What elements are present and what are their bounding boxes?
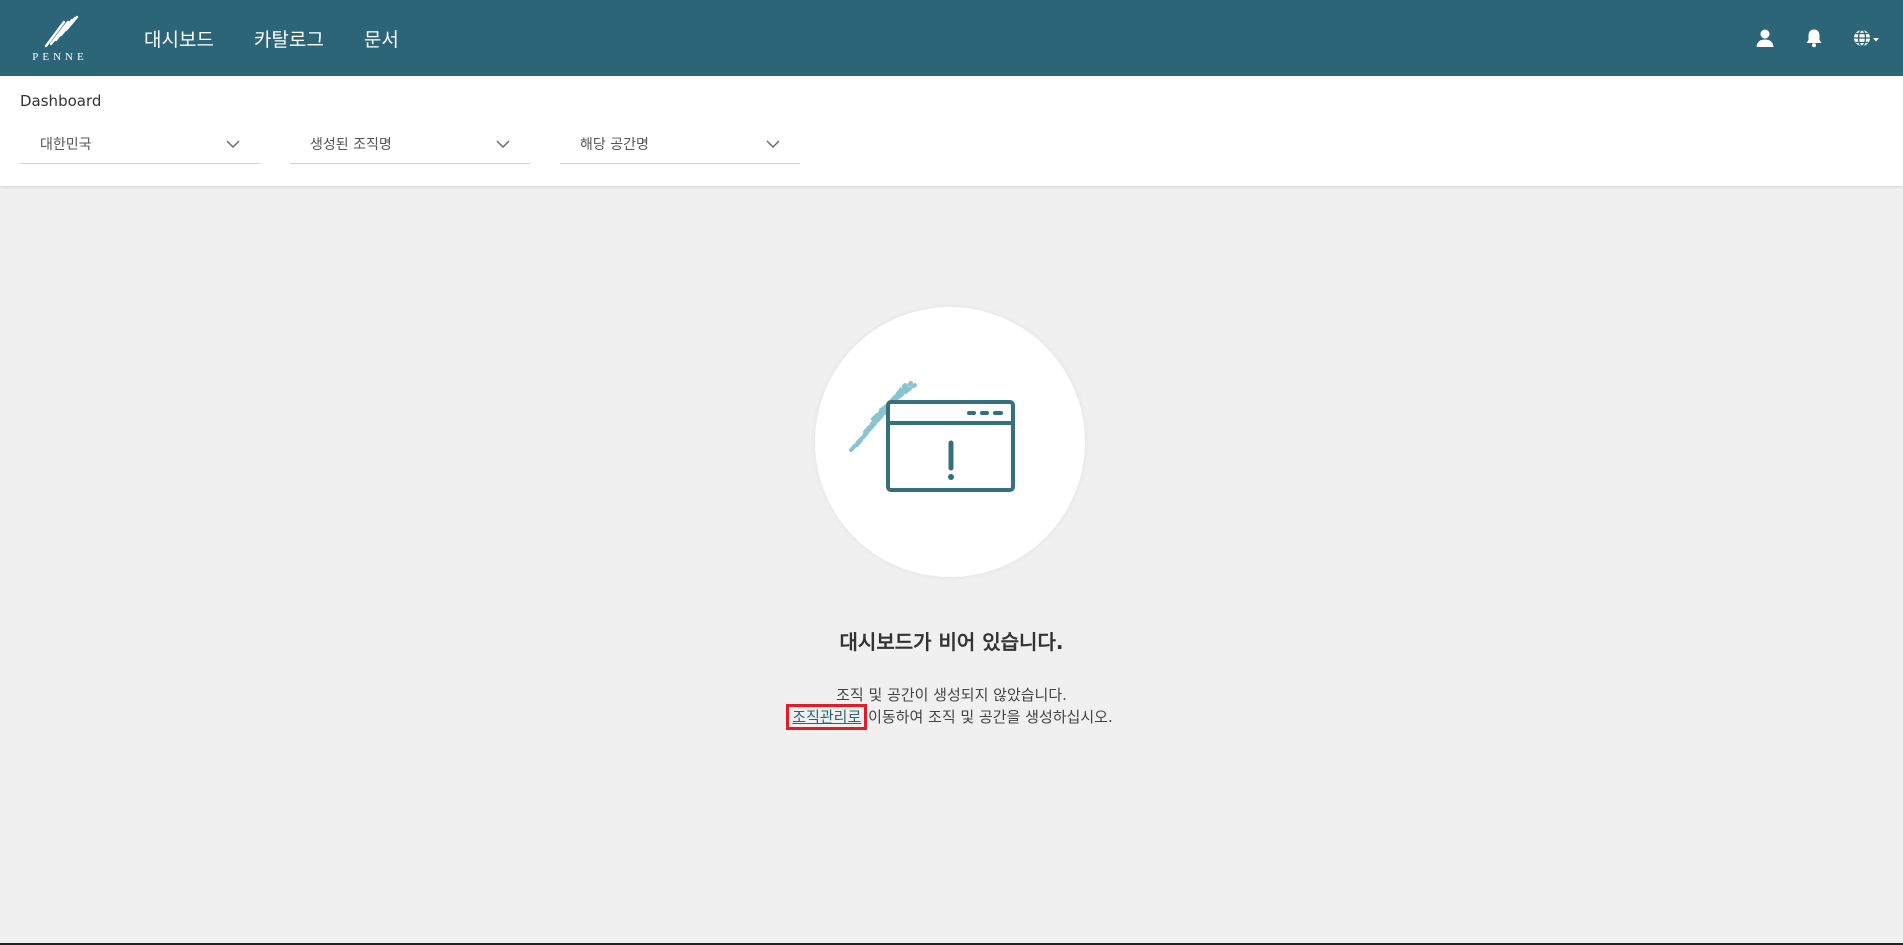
organization-management-link[interactable]: 조직관리로: [786, 704, 868, 730]
brand-logo[interactable]: PENNE: [0, 0, 120, 76]
empty-state-line-1: 조직 및 공간이 생성되지 않았습니다.: [836, 686, 1067, 704]
nav-item-docs[interactable]: 문서: [364, 25, 399, 52]
dashboard-header: Dashboard 대한민국 생성된 조직명 해당 공간명: [0, 76, 1903, 186]
empty-state-line-2: 조직관리로 이동하여 조직 및 공간을 생성하십시오.: [0, 704, 1903, 730]
page-title: Dashboard: [20, 92, 102, 110]
empty-window-alert-icon: [849, 381, 1015, 492]
organization-select[interactable]: 생성된 조직명: [290, 124, 530, 164]
brand-name: PENNE: [32, 50, 88, 63]
empty-state-illustration: [815, 307, 1085, 577]
empty-state-line-2-text: 이동하여 조직 및 공간을 생성하십시오.: [863, 708, 1113, 726]
space-select-value: 해당 공간명: [580, 136, 649, 153]
penne-logo-icon: [44, 15, 79, 47]
top-icon-group: [1725, 0, 1881, 76]
chevron-down-icon: [496, 140, 510, 148]
nav-item-dashboard[interactable]: 대시보드: [144, 25, 214, 52]
user-icon[interactable]: [1755, 28, 1775, 48]
bell-icon[interactable]: [1805, 28, 1823, 48]
main-nav: 대시보드 카탈로그 문서: [144, 25, 439, 52]
chevron-down-icon: [1873, 38, 1879, 42]
empty-state-description: 조직 및 공간이 생성되지 않았습니다. 조직관리로 이동하여 조직 및 공간을…: [0, 684, 1903, 730]
top-navigation-bar: PENNE 대시보드 카탈로그 문서: [0, 0, 1903, 76]
country-select[interactable]: 대한민국: [20, 124, 260, 164]
chevron-down-icon: [226, 140, 240, 148]
organization-select-value: 생성된 조직명: [310, 136, 392, 153]
empty-state-title: 대시보드가 비어 있습니다.: [839, 630, 1064, 654]
nav-item-catalog[interactable]: 카탈로그: [254, 25, 324, 52]
globe-icon[interactable]: [1853, 28, 1881, 48]
country-select-value: 대한민국: [40, 136, 92, 153]
space-select[interactable]: 해당 공간명: [560, 124, 800, 164]
chevron-down-icon: [766, 140, 780, 148]
